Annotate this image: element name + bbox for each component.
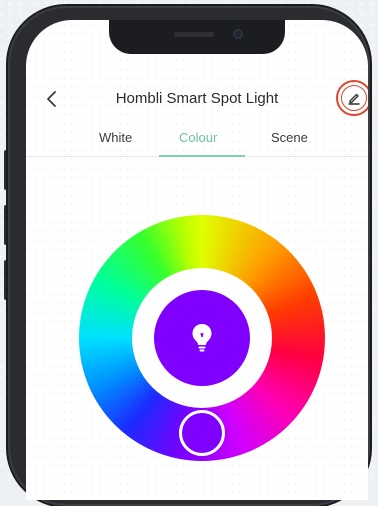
- pencil-icon: [348, 93, 360, 105]
- phone-notch: [109, 20, 285, 54]
- active-tab-indicator: [159, 155, 245, 157]
- back-button[interactable]: [40, 84, 62, 114]
- page-title: Hombli Smart Spot Light: [115, 90, 279, 107]
- app-header: Hombli Smart Spot Light: [26, 80, 368, 120]
- selected-color-preview[interactable]: [154, 290, 250, 386]
- edit-button[interactable]: [336, 80, 368, 116]
- app-screen: Hombli Smart Spot Light White Colour Sce…: [26, 20, 368, 500]
- color-wheel[interactable]: [79, 215, 325, 461]
- tab-scene[interactable]: Scene: [271, 130, 308, 145]
- edit-button-inner-ring: [341, 85, 367, 111]
- tab-white[interactable]: White: [99, 130, 132, 145]
- chevron-left-icon: [47, 91, 56, 107]
- front-camera: [233, 29, 243, 39]
- color-picker-handle[interactable]: [179, 410, 225, 456]
- tab-colour[interactable]: Colour: [179, 130, 217, 145]
- mode-tabs: White Colour Scene: [26, 120, 368, 157]
- color-wheel-center: [132, 268, 272, 408]
- speaker-grille: [174, 32, 214, 37]
- phone-frame: Hombli Smart Spot Light White Colour Sce…: [8, 6, 370, 506]
- lightbulb-icon: [192, 324, 212, 352]
